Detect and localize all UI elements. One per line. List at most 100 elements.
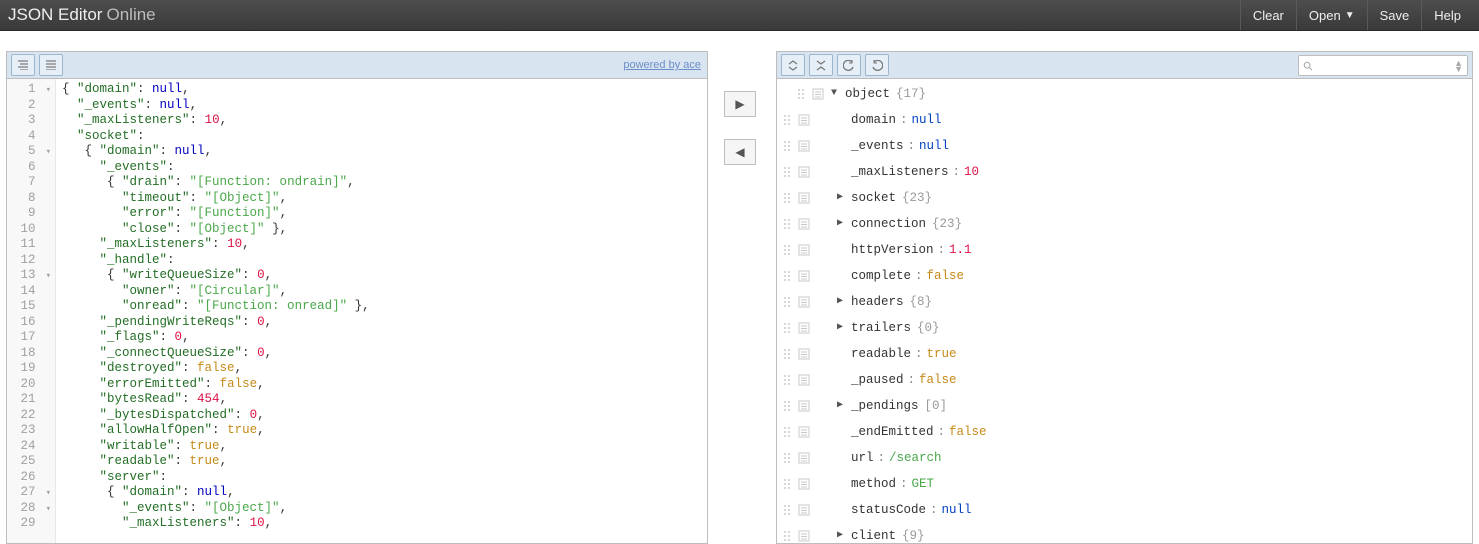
tree-key[interactable]: domain	[851, 107, 896, 133]
tree-value[interactable]: true	[927, 341, 957, 367]
code-line[interactable]: "timeout": "[Object]",	[62, 191, 707, 207]
context-menu-icon[interactable]	[797, 477, 811, 491]
code-line[interactable]: { "domain": null,	[62, 144, 707, 160]
tree-row[interactable]: ▶_pendings[0]	[781, 393, 1468, 419]
code-line[interactable]: "onread": "[Function: onread]" },	[62, 299, 707, 315]
drag-handle-icon[interactable]	[781, 217, 795, 231]
drag-handle-icon[interactable]	[781, 425, 795, 439]
expand-toggle[interactable]: ▶	[833, 523, 847, 543]
expand-toggle[interactable]: ▶	[833, 393, 847, 419]
code-body[interactable]: { "domain": null, "_events": null, "_max…	[56, 79, 707, 543]
code-editor[interactable]: 1 ▾2 3 4 5 ▾6 7 8 9 10 11 12 13 ▾14 15 1…	[7, 79, 707, 543]
drag-handle-icon[interactable]	[781, 269, 795, 283]
tree-key[interactable]: headers	[851, 289, 904, 315]
code-line[interactable]: "_maxListeners": 10,	[62, 516, 707, 532]
code-line[interactable]: { "domain": null,	[62, 82, 707, 98]
sort-toggle-icon[interactable]: ▲▼	[1454, 60, 1463, 72]
tree-value[interactable]: false	[927, 263, 965, 289]
tree-row[interactable]: httpVersion:1.1	[781, 237, 1468, 263]
tree-body[interactable]: ▼object{17}domain:null_events:null_maxLi…	[777, 79, 1472, 543]
tree-row[interactable]: domain:null	[781, 107, 1468, 133]
tree-key[interactable]: client	[851, 523, 896, 543]
context-menu-icon[interactable]	[811, 87, 825, 101]
tree-row[interactable]: ▶trailers{0}	[781, 315, 1468, 341]
tree-key[interactable]: connection	[851, 211, 926, 237]
tree-row[interactable]: ▶socket{23}	[781, 185, 1468, 211]
tree-value[interactable]: null	[912, 107, 942, 133]
code-line[interactable]: "_events": "[Object]",	[62, 501, 707, 517]
drag-handle-icon[interactable]	[781, 529, 795, 543]
code-line[interactable]: "allowHalfOpen": true,	[62, 423, 707, 439]
drag-handle-icon[interactable]	[781, 295, 795, 309]
search-input[interactable]	[1317, 59, 1452, 73]
search-box[interactable]: ▲▼	[1298, 55, 1468, 76]
code-line[interactable]: "_flags": 0,	[62, 330, 707, 346]
tree-key[interactable]: httpVersion	[851, 237, 934, 263]
code-line[interactable]: "_maxListeners": 10,	[62, 113, 707, 129]
tree-key[interactable]: complete	[851, 263, 911, 289]
context-menu-icon[interactable]	[797, 503, 811, 517]
code-line[interactable]: "readable": true,	[62, 454, 707, 470]
code-line[interactable]: "_bytesDispatched": 0,	[62, 408, 707, 424]
tree-row[interactable]: _endEmitted:false	[781, 419, 1468, 445]
tree-key[interactable]: statusCode	[851, 497, 926, 523]
expand-toggle[interactable]: ▶	[833, 315, 847, 341]
code-line[interactable]: "errorEmitted": false,	[62, 377, 707, 393]
format-button[interactable]	[11, 54, 35, 76]
tree-row-root[interactable]: ▼object{17}	[781, 81, 1468, 107]
expand-toggle[interactable]: ▼	[827, 81, 841, 107]
context-menu-icon[interactable]	[797, 217, 811, 231]
tree-value[interactable]: null	[919, 133, 949, 159]
code-line[interactable]: "close": "[Object]" },	[62, 222, 707, 238]
tree-row[interactable]: ▶client{9}	[781, 523, 1468, 543]
to-code-button[interactable]: ◀	[724, 139, 756, 165]
expand-toggle[interactable]: ▶	[833, 211, 847, 237]
code-line[interactable]: "socket":	[62, 129, 707, 145]
tree-value[interactable]: 1.1	[949, 237, 972, 263]
drag-handle-icon[interactable]	[781, 477, 795, 491]
expand-toggle[interactable]: ▶	[833, 289, 847, 315]
tree-key[interactable]: socket	[851, 185, 896, 211]
tree-key[interactable]: _events	[851, 133, 904, 159]
tree-row[interactable]: url:/search	[781, 445, 1468, 471]
context-menu-icon[interactable]	[797, 113, 811, 127]
context-menu-icon[interactable]	[797, 243, 811, 257]
to-tree-button[interactable]: ▶	[724, 91, 756, 117]
drag-handle-icon[interactable]	[781, 321, 795, 335]
context-menu-icon[interactable]	[797, 165, 811, 179]
code-line[interactable]: { "writeQueueSize": 0,	[62, 268, 707, 284]
tree-key[interactable]: _pendings	[851, 393, 919, 419]
code-line[interactable]: "destroyed": false,	[62, 361, 707, 377]
tree-key[interactable]: readable	[851, 341, 911, 367]
tree-key[interactable]: _endEmitted	[851, 419, 934, 445]
context-menu-icon[interactable]	[797, 139, 811, 153]
undo-button[interactable]	[837, 54, 861, 76]
context-menu-icon[interactable]	[797, 451, 811, 465]
drag-handle-icon[interactable]	[781, 165, 795, 179]
context-menu-icon[interactable]	[797, 425, 811, 439]
drag-handle-icon[interactable]	[781, 451, 795, 465]
context-menu-icon[interactable]	[797, 529, 811, 543]
context-menu-icon[interactable]	[797, 321, 811, 335]
drag-handle-icon[interactable]	[781, 373, 795, 387]
compact-button[interactable]	[39, 54, 63, 76]
expand-all-button[interactable]	[781, 54, 805, 76]
code-line[interactable]: "_handle":	[62, 253, 707, 269]
tree-key[interactable]: url	[851, 445, 874, 471]
save-button[interactable]: Save	[1367, 0, 1422, 30]
tree-row[interactable]: _events:null	[781, 133, 1468, 159]
code-line[interactable]: "_maxListeners": 10,	[62, 237, 707, 253]
tree-value[interactable]: /search	[889, 445, 942, 471]
tree-value[interactable]: null	[942, 497, 972, 523]
drag-handle-icon[interactable]	[781, 113, 795, 127]
tree-row[interactable]: _maxListeners:10	[781, 159, 1468, 185]
powered-by-ace-link[interactable]: powered by ace	[623, 52, 701, 78]
tree-value[interactable]: GET	[912, 471, 935, 497]
tree-key[interactable]: trailers	[851, 315, 911, 341]
code-line[interactable]: "writable": true,	[62, 439, 707, 455]
open-button[interactable]: Open▼	[1296, 0, 1367, 30]
code-line[interactable]: "_events": null,	[62, 98, 707, 114]
code-line[interactable]: "_events":	[62, 160, 707, 176]
code-line[interactable]: { "domain": null,	[62, 485, 707, 501]
clear-button[interactable]: Clear	[1240, 0, 1296, 30]
